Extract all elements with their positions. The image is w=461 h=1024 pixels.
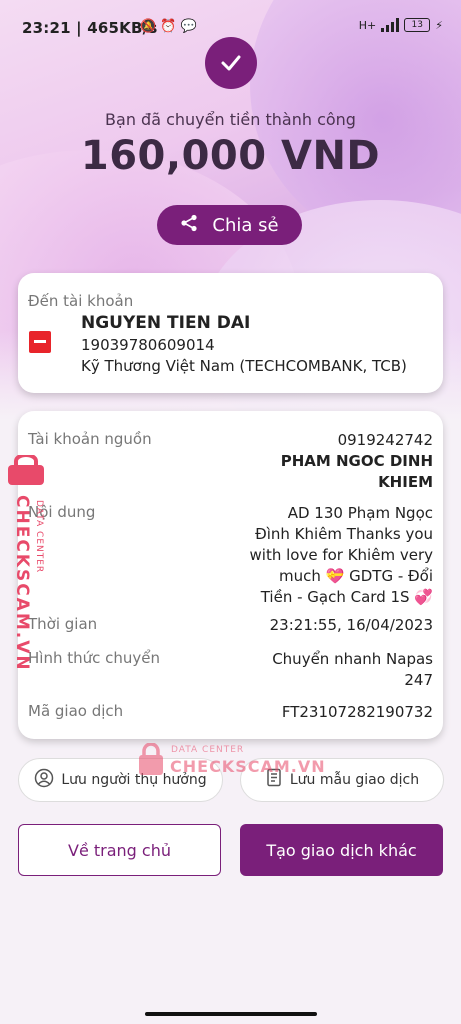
share-label: Chia sẻ <box>212 214 279 236</box>
transaction-code-row: Mã giao dịch FT23107282190732 <box>28 702 433 724</box>
techcombank-logo-icon <box>29 331 51 353</box>
user-circle-icon <box>34 768 54 792</box>
recipient-label: Đến tài khoản <box>28 292 134 310</box>
home-button[interactable]: Về trang chủ <box>18 824 221 876</box>
content-line: much 💝 GDTG - Đổi <box>279 567 433 585</box>
transaction-details-card: Tài khoản nguồn 0919242742 PHAM NGOC DIN… <box>18 411 443 739</box>
watermark-tag: DATA CENTER <box>171 745 245 755</box>
status-time: 23:21 | 465KB/s <box>22 19 158 37</box>
lock-icon <box>8 455 44 485</box>
recipient-name: NGUYEN TIEN DAI <box>81 313 251 333</box>
watermark-brand: CHECKSCAM.VN <box>170 757 326 776</box>
source-account-number: 0919242742 <box>337 431 433 449</box>
method-row: Hình thức chuyển Chuyển nhanh Napas 247 <box>28 649 433 693</box>
content-row: Nội dung AD 130 Phạm Ngọc Đình Khiêm Tha… <box>28 503 433 608</box>
source-account-label: Tài khoản nguồn <box>28 430 152 448</box>
content-line: Tiền - Gạch Card 1S 💞 <box>260 588 433 606</box>
network-type: H+ <box>358 18 377 32</box>
time-row: Thời gian 23:21:55, 16/04/2023 <box>28 615 433 637</box>
notification-icons: 🔕 ⏰ 💬 <box>140 19 197 34</box>
recipient-card: Đến tài khoản NGUYEN TIEN DAI 1903978060… <box>18 273 443 393</box>
home-indicator[interactable] <box>145 1012 317 1016</box>
transfer-amount: 160,000 VND <box>80 133 381 179</box>
watermark-center: DATA CENTER CHECKSCAM.VN <box>138 742 325 779</box>
method-line: 247 <box>404 671 433 689</box>
recipient-account-number: 19039780609014 <box>81 336 215 354</box>
source-account-row: Tài khoản nguồn 0919242742 PHAM NGOC DIN… <box>28 430 433 491</box>
method-line: Chuyển nhanh Napas <box>272 650 433 668</box>
watermark-side: CHECKSCAM.VN DATA CENTER <box>4 455 52 672</box>
share-button[interactable]: Chia sẻ <box>157 205 302 245</box>
source-name-line2: KHIEM <box>378 473 433 491</box>
charging-icon: ⚡ <box>435 18 443 32</box>
watermark-tag: DATA CENTER <box>34 500 44 574</box>
watermark-brand: CHECKSCAM.VN <box>12 495 32 672</box>
success-message: Bạn đã chuyển tiền thành công <box>105 110 356 129</box>
content-line: AD 130 Phạm Ngọc <box>287 504 433 522</box>
recipient-bank: Kỹ Thương Việt Nam (TECHCOMBANK, TCB) <box>81 357 407 375</box>
time-value: 23:21:55, 16/04/2023 <box>269 616 433 634</box>
content-line: with love for Khiêm very <box>249 546 433 564</box>
transaction-code-label: Mã giao dịch <box>28 702 124 720</box>
battery-icon: 13 <box>404 18 431 32</box>
new-transaction-button[interactable]: Tạo giao dịch khác <box>240 824 443 876</box>
signal-icon <box>381 18 400 32</box>
lock-icon <box>139 742 163 775</box>
source-name-line1: PHAM NGOC DINH <box>280 452 433 470</box>
share-icon <box>180 214 198 237</box>
success-check-icon <box>205 37 257 89</box>
transaction-code-value: FT23107282190732 <box>281 703 433 721</box>
content-line: Đình Khiêm Thanks you <box>255 525 433 543</box>
